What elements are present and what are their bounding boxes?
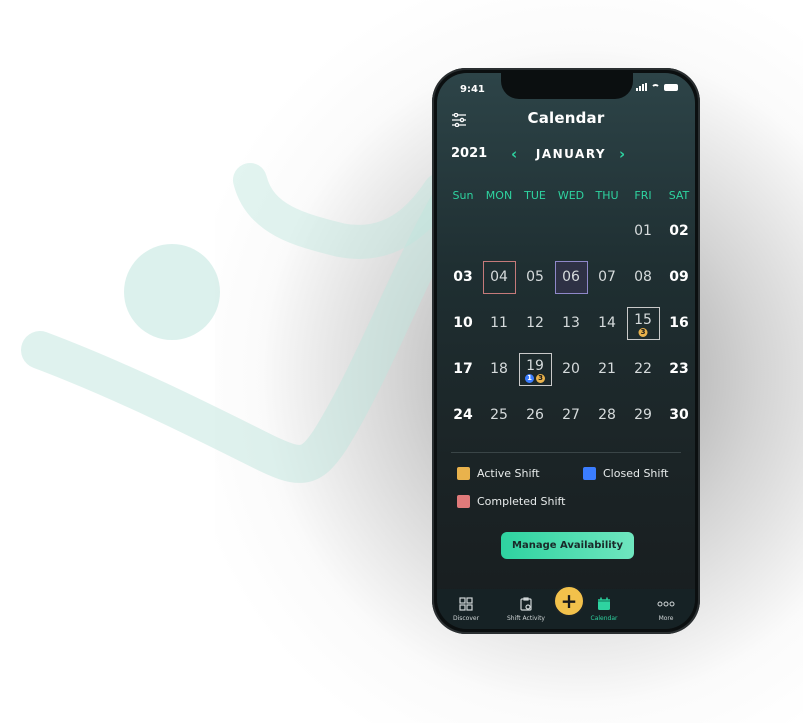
closed-swatch [583, 467, 596, 480]
legend-closed: Closed Shift [583, 467, 668, 480]
calendar-day[interactable]: 20 [553, 351, 589, 387]
page-title: Calendar [527, 109, 605, 127]
calendar-day[interactable]: 28 [589, 397, 625, 433]
divider [451, 452, 681, 453]
prev-month-button[interactable]: ‹ [511, 145, 517, 163]
phone-frame: 9:41 Calendar 2021 ‹ JANUARY › Sun MON T… [432, 68, 700, 634]
weekday-label: MON [485, 189, 513, 202]
day-number: 19 [526, 358, 544, 374]
calendar-day[interactable]: 16 [661, 305, 695, 341]
app-screen: 9:41 Calendar 2021 ‹ JANUARY › Sun MON T… [437, 73, 695, 629]
weekday-header: Sun MON TUE WED THU FRI SAT [445, 189, 695, 202]
notch [501, 73, 633, 99]
empty-day [481, 213, 517, 249]
status-time: 9:41 [460, 84, 485, 95]
calendar-day[interactable]: 18 [481, 351, 517, 387]
calendar-day-shift[interactable]: 19 1 3 [518, 352, 552, 386]
tab-label: Shift Activity [507, 615, 545, 622]
calendar-day[interactable]: 25 [481, 397, 517, 433]
calendar-day[interactable]: 12 [517, 305, 553, 341]
more-icon [641, 597, 691, 611]
add-shift-button[interactable]: + [553, 585, 585, 617]
calendar-day[interactable]: 13 [553, 305, 589, 341]
empty-day [553, 213, 589, 249]
empty-day [589, 213, 625, 249]
calendar-day[interactable]: 21 [589, 351, 625, 387]
week-row: 03 04 05 06 07 08 09 [445, 254, 695, 300]
week-row: 01 02 [445, 208, 695, 254]
calendar-day[interactable]: 30 [661, 397, 695, 433]
day-number: 15 [634, 312, 652, 328]
active-shift-badge: 3 [638, 327, 648, 337]
manage-availability-button[interactable]: Manage Availability [501, 532, 634, 559]
calendar-day[interactable]: 01 [625, 213, 661, 249]
weekday-label: FRI [634, 189, 652, 202]
legend-active: Active Shift [457, 467, 540, 480]
weekday-label: Sun [452, 189, 474, 202]
tab-label: Discover [452, 615, 480, 622]
calendar-day[interactable]: 27 [553, 397, 589, 433]
legend-label: Active Shift [477, 467, 540, 480]
year-label: 2021 [451, 146, 488, 161]
completed-swatch [457, 495, 470, 508]
calendar-day[interactable]: 24 [445, 397, 481, 433]
tab-calendar[interactable]: Calendar [579, 597, 629, 622]
calendar-grid: Sun MON TUE WED THU FRI SAT 01 02 03 04 [445, 189, 695, 438]
shift-badges: 1 3 [525, 373, 545, 383]
active-shift-badge: 3 [536, 373, 545, 383]
calendar-day[interactable]: 10 [445, 305, 481, 341]
active-swatch [457, 467, 470, 480]
calendar-day[interactable]: 09 [661, 259, 695, 295]
tab-label: More [658, 615, 674, 622]
week-row: 17 18 19 1 3 20 21 22 23 [445, 346, 695, 392]
calendar-day[interactable]: 14 [589, 305, 625, 341]
calendar-day[interactable]: 17 [445, 351, 481, 387]
grid-icon [441, 597, 491, 611]
calendar-day-shift[interactable]: 15 3 [626, 306, 660, 340]
calendar-day[interactable]: 26 [517, 397, 553, 433]
wifi-icon [651, 83, 660, 91]
clipboard-icon [501, 597, 551, 611]
weekday-label: THU [595, 189, 619, 202]
shift-badges: 3 [638, 327, 648, 337]
weekday-label: SAT [668, 189, 690, 202]
weekday-label: WED [557, 189, 585, 202]
calendar-day[interactable]: 23 [661, 351, 695, 387]
signal-icon [636, 83, 647, 91]
tab-discover[interactable]: Discover [441, 597, 491, 622]
legend-completed: Completed Shift [457, 495, 566, 508]
legend-label: Closed Shift [603, 467, 669, 480]
calendar-day-selected[interactable]: 06 [554, 260, 588, 294]
tab-label: Calendar [590, 615, 618, 622]
month-label: JANUARY [535, 147, 607, 161]
calendar-day[interactable]: 03 [445, 259, 481, 295]
calendar-day[interactable]: 08 [625, 259, 661, 295]
calendar-day[interactable]: 22 [625, 351, 661, 387]
closed-shift-badge: 1 [525, 373, 534, 383]
calendar-day-completed[interactable]: 04 [482, 260, 516, 294]
legend-label: Completed Shift [477, 495, 566, 508]
calendar-day[interactable]: 02 [661, 213, 695, 249]
calendar-day[interactable]: 05 [517, 259, 553, 295]
status-icons [636, 83, 678, 91]
empty-day [517, 213, 553, 249]
empty-day [445, 213, 481, 249]
calendar-icon [579, 597, 629, 611]
next-month-button[interactable]: › [619, 145, 625, 163]
week-row: 10 11 12 13 14 15 3 16 [445, 300, 695, 346]
calendar-day[interactable]: 07 [589, 259, 625, 295]
weekday-label: TUE [524, 189, 546, 202]
calendar-day[interactable]: 11 [481, 305, 517, 341]
calendar-day[interactable]: 29 [625, 397, 661, 433]
battery-icon [664, 83, 678, 91]
week-row: 24 25 26 27 28 29 30 [445, 392, 695, 438]
tab-shift-activity[interactable]: Shift Activity [501, 597, 551, 622]
tab-more[interactable]: More [641, 597, 691, 622]
